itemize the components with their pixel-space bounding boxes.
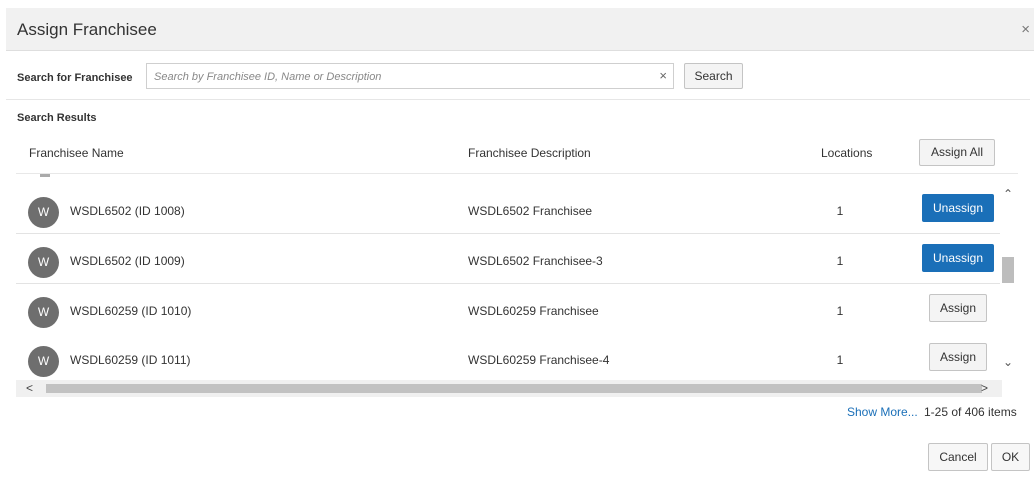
chevron-left-icon[interactable]: <: [26, 381, 33, 395]
show-more-link[interactable]: Show More...: [847, 405, 918, 419]
franchisee-name: WSDL6502 (ID 1009): [70, 254, 185, 268]
chevron-right-icon[interactable]: >: [981, 381, 988, 395]
search-input-box[interactable]: ×: [146, 63, 674, 89]
franchisee-description: WSDL6502 Franchisee: [468, 204, 593, 218]
cancel-button[interactable]: Cancel: [928, 443, 988, 471]
search-input[interactable]: [152, 67, 651, 87]
close-icon[interactable]: ×: [1021, 22, 1030, 37]
franchisee-name: WSDL6502 (ID 1008): [70, 204, 185, 218]
results-table: W WSDL6502 (ID 1008) WSDL6502 Franchisee…: [16, 173, 1018, 397]
avatar: W: [28, 297, 59, 328]
unassign-button[interactable]: Unassign: [922, 244, 994, 272]
items-count: 1-25 of 406 items: [924, 405, 1017, 419]
avatar: W: [28, 197, 59, 228]
franchisee-description: WSDL60259 Franchisee: [468, 304, 599, 318]
assign-all-button[interactable]: Assign All: [919, 139, 995, 166]
locations-count: 1: [836, 204, 844, 218]
vertical-scroll-thumb[interactable]: [1002, 257, 1014, 283]
search-label: Search for Franchisee: [17, 72, 133, 84]
ok-button[interactable]: OK: [991, 443, 1030, 471]
divider: [6, 99, 1030, 100]
assign-button[interactable]: Assign: [929, 343, 987, 371]
horizontal-scroll-thumb[interactable]: [46, 384, 982, 393]
table-row[interactable]: W WSDL60259 (ID 1010) WSDL60259 Franchis…: [16, 284, 1000, 334]
assign-franchisee-dialog: Assign Franchisee × Search for Franchise…: [0, 0, 1034, 481]
table-row[interactable]: W WSDL6502 (ID 1008) WSDL6502 Franchisee…: [16, 184, 1000, 234]
locations-count: 1: [836, 353, 844, 367]
unassign-button[interactable]: Unassign: [922, 194, 994, 222]
clear-icon[interactable]: ×: [659, 68, 667, 83]
column-header-name[interactable]: Franchisee Name: [29, 146, 124, 160]
horizontal-scrollbar[interactable]: < >: [16, 380, 1002, 397]
franchisee-description: WSDL60259 Franchisee-4: [468, 353, 610, 367]
chevron-down-icon[interactable]: ⌄: [1003, 355, 1013, 369]
search-results-label: Search Results: [17, 112, 97, 124]
avatar: W: [28, 346, 59, 377]
franchisee-name: WSDL60259 (ID 1011): [70, 353, 191, 367]
vertical-scrollbar[interactable]: ⌃ ⌄: [1000, 183, 1018, 379]
table-row[interactable]: W WSDL6502 (ID 1009) WSDL6502 Franchisee…: [16, 234, 1000, 284]
search-button[interactable]: Search: [684, 63, 743, 89]
table-row[interactable]: W WSDL60259 (ID 1011) WSDL60259 Franchis…: [16, 333, 1000, 383]
locations-count: 1: [836, 254, 844, 268]
chevron-up-icon[interactable]: ⌃: [1003, 187, 1013, 201]
assign-button[interactable]: Assign: [929, 294, 987, 322]
dialog-title: Assign Franchisee: [17, 20, 157, 39]
search-row: Search for Franchisee × Search: [0, 58, 1034, 98]
dialog-header: Assign Franchisee ×: [6, 8, 1034, 51]
partial-row-indicator: [40, 174, 50, 177]
column-header-description[interactable]: Franchisee Description: [468, 146, 591, 160]
locations-count: 1: [836, 304, 844, 318]
column-header-locations[interactable]: Locations: [821, 146, 872, 160]
franchisee-name: WSDL60259 (ID 1010): [70, 304, 192, 318]
franchisee-description: WSDL6502 Franchisee-3: [468, 254, 603, 268]
avatar: W: [28, 247, 59, 278]
